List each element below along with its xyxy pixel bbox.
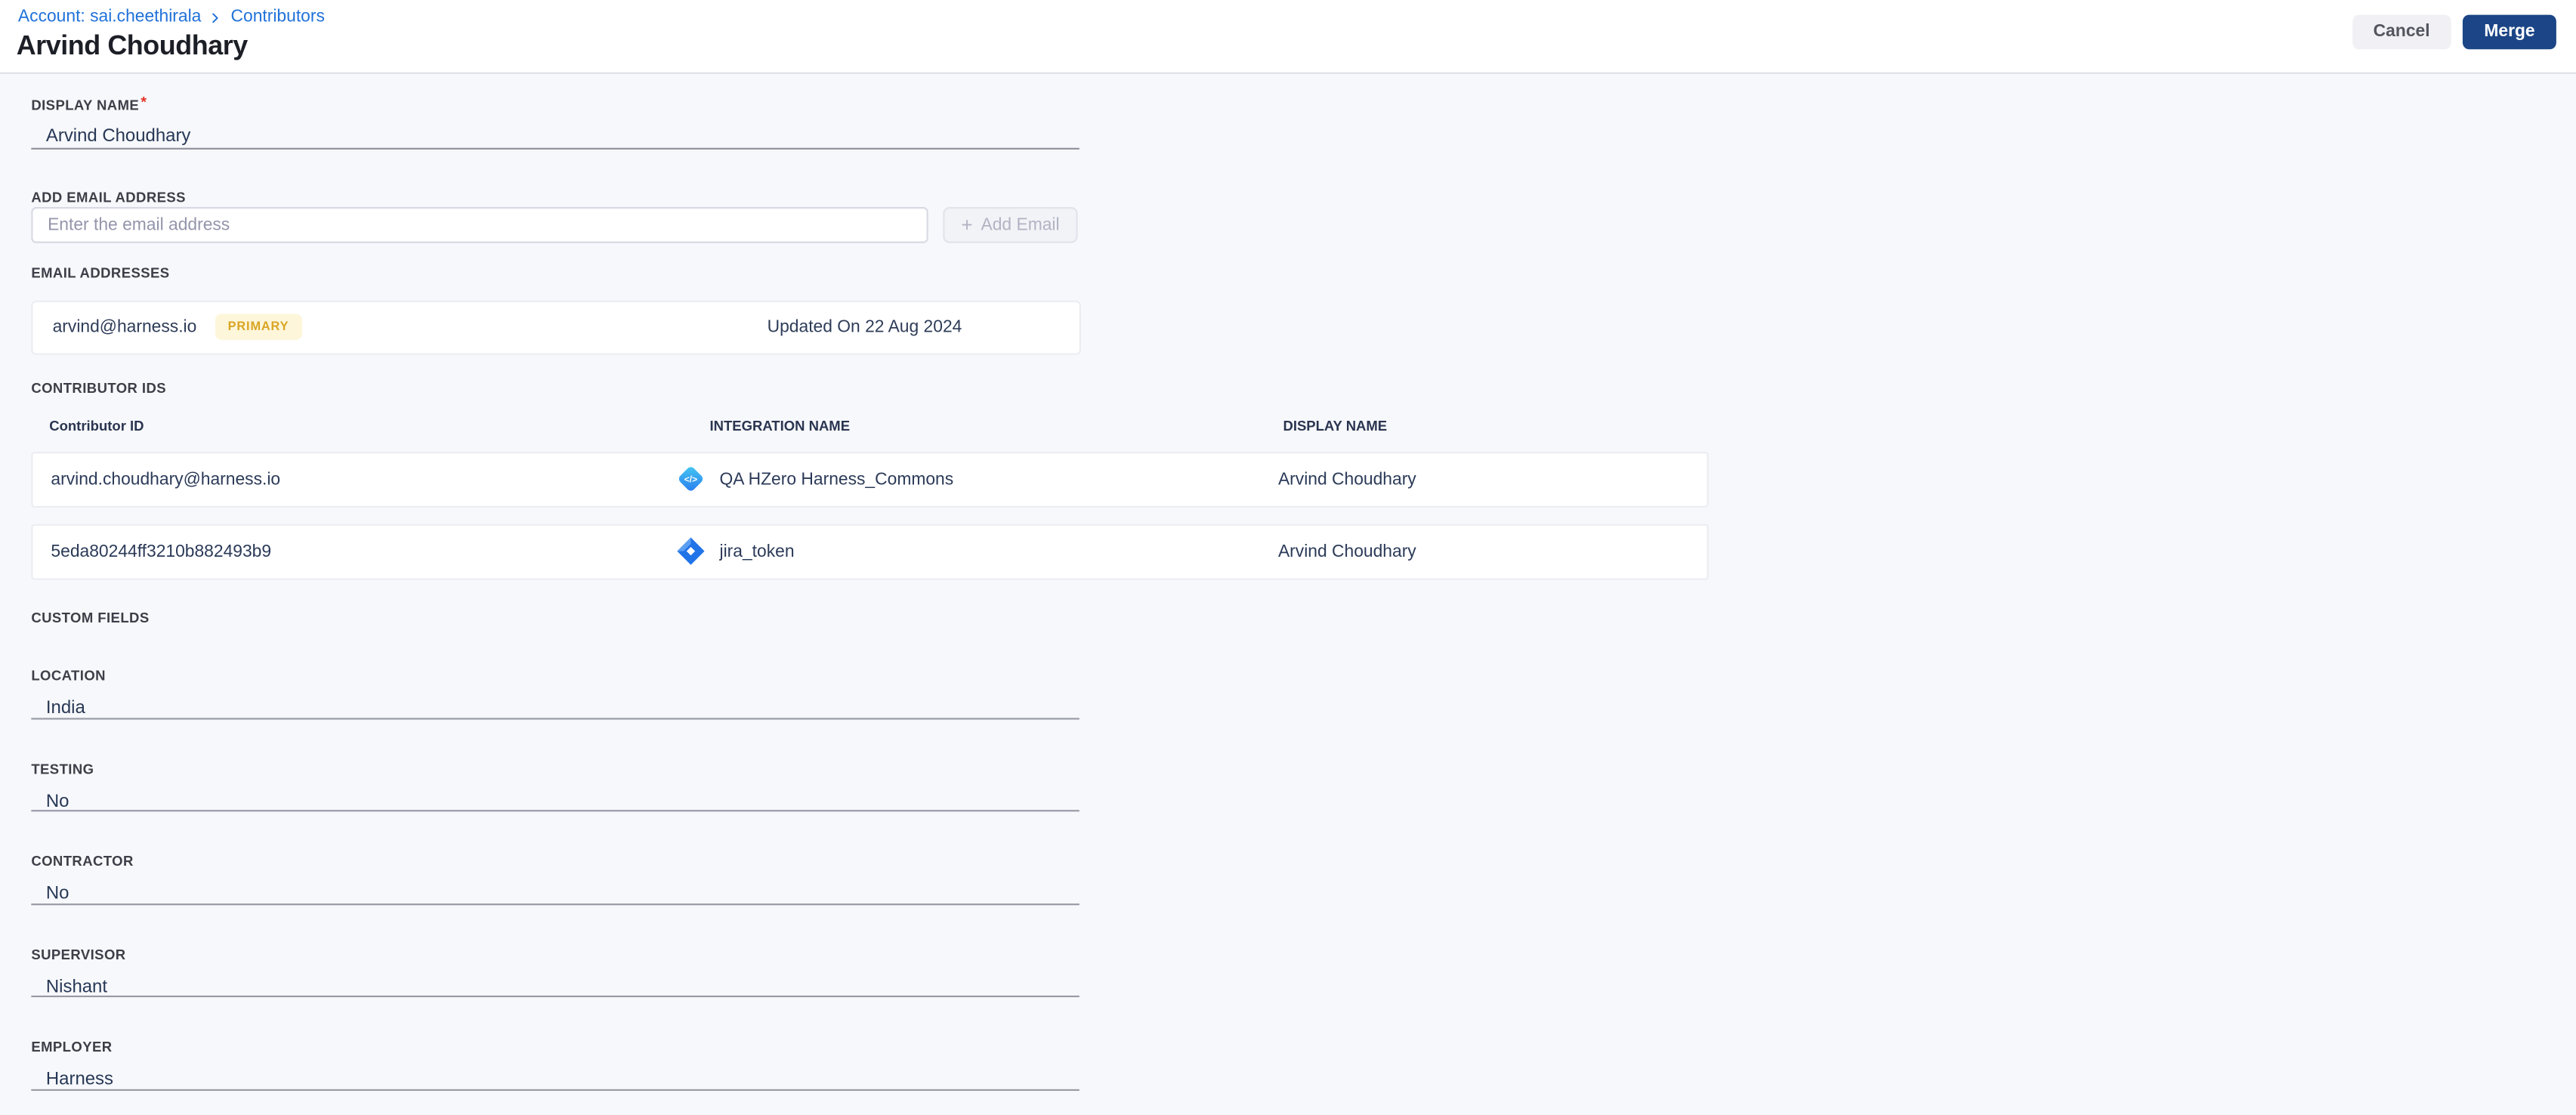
contributor-id-cell: 5eda80244ff3210b882493b9: [51, 542, 272, 562]
custom-field-line: [31, 1063, 1080, 1092]
contributor-detail-page: Account: sai.cheethirala Contributors Ar…: [0, 0, 2576, 1115]
custom-field-label: EMPLOYER: [31, 1038, 113, 1055]
add-email-button[interactable]: + Add Email: [943, 207, 1078, 243]
custom-field-location: LOCATION: [31, 666, 1080, 721]
header-actions: Cancel Merge: [2352, 14, 2556, 50]
custom-field-employer: EMPLOYER: [31, 1038, 1080, 1092]
custom-field-testing: TESTING: [31, 759, 1080, 814]
column-contributor-id: Contributor ID: [49, 417, 144, 434]
display-name-field: [31, 120, 1080, 150]
chevron-right-icon: [209, 11, 222, 23]
contributor-ids-label: CONTRIBUTOR IDS: [31, 379, 167, 397]
column-integration-name: INTEGRATION NAME: [709, 417, 851, 434]
contributor-id-cell: arvind.choudhary@harness.io: [51, 469, 281, 490]
custom-fields-label: CUSTOM FIELDS: [31, 609, 150, 626]
svg-text:</>: </>: [684, 474, 697, 485]
cancel-button[interactable]: Cancel: [2352, 14, 2451, 50]
location-input[interactable]: [31, 695, 1080, 721]
contributor-ids-table-header: Contributor ID INTEGRATION NAME DISPLAY …: [31, 417, 1708, 434]
custom-field-label: LOCATION: [31, 666, 106, 684]
testing-input[interactable]: [31, 788, 1080, 814]
merge-button[interactable]: Merge: [2463, 14, 2556, 50]
plus-icon: +: [961, 212, 973, 236]
add-email-input[interactable]: [31, 207, 928, 243]
email-addresses-label: EMAIL ADDRESSES: [31, 264, 170, 281]
breadcrumb-account-link[interactable]: Account: sai.cheethirala: [18, 7, 201, 26]
custom-field-line: [31, 970, 1080, 999]
top-bar: Account: sai.cheethirala Contributors Ar…: [0, 0, 2576, 73]
custom-field-supervisor: SUPERVISOR: [31, 945, 1080, 999]
display-name-label: DISPLAY NAME *: [31, 94, 147, 113]
primary-badge: PRIMARY: [215, 313, 302, 341]
employer-input[interactable]: [31, 1066, 1080, 1092]
email-address-row: arvind@harness.io PRIMARY Updated On 22 …: [31, 299, 1081, 354]
supervisor-input[interactable]: [31, 974, 1080, 999]
custom-field-line: [31, 692, 1080, 721]
display-name-input[interactable]: [31, 122, 1080, 150]
integration-name: jira_token: [719, 542, 795, 562]
custom-field-label: SUPERVISOR: [31, 945, 126, 962]
required-asterisk: *: [141, 93, 147, 110]
email-address-value: arvind@harness.io: [52, 317, 197, 337]
custom-field-label: TESTING: [31, 759, 94, 777]
display-name-label-text: DISPLAY NAME: [31, 97, 140, 114]
table-row: arvind.choudhary@harness.io </> QA HZero…: [31, 450, 1709, 508]
page-title: Arvind Choudhary: [16, 31, 248, 61]
code-integration-icon: </>: [678, 467, 703, 492]
custom-field-label: CONTRACTOR: [31, 852, 134, 869]
breadcrumb: Account: sai.cheethirala Contributors: [18, 7, 325, 26]
add-email-button-label: Add Email: [981, 215, 1060, 235]
custom-field-line: [31, 784, 1080, 814]
display-name-cell: Arvind Choudhary: [1277, 542, 1416, 562]
custom-field-contractor: CONTRACTOR: [31, 852, 1080, 907]
breadcrumb-contributors-link[interactable]: Contributors: [231, 7, 325, 26]
integration-name: QA HZero Harness_Commons: [719, 469, 954, 490]
contractor-input[interactable]: [31, 881, 1080, 907]
table-row: 5eda80244ff3210b882493b9 jira_token Arvi…: [31, 523, 1709, 580]
jira-icon: [677, 538, 705, 566]
column-display-name: DISPLAY NAME: [1283, 417, 1388, 434]
content-area: DISPLAY NAME* ADD EMAIL ADDRESS + Add Em…: [0, 72, 2576, 1115]
custom-field-line: [31, 877, 1080, 907]
integration-cell: </> QA HZero Harness_Commons: [675, 464, 1278, 495]
add-email-label: ADD EMAIL ADDRESS: [31, 189, 186, 205]
email-updated-on: Updated On 22 Aug 2024: [767, 317, 962, 337]
integration-cell: jira_token: [675, 536, 1278, 567]
display-name-cell: Arvind Choudhary: [1277, 469, 1416, 490]
